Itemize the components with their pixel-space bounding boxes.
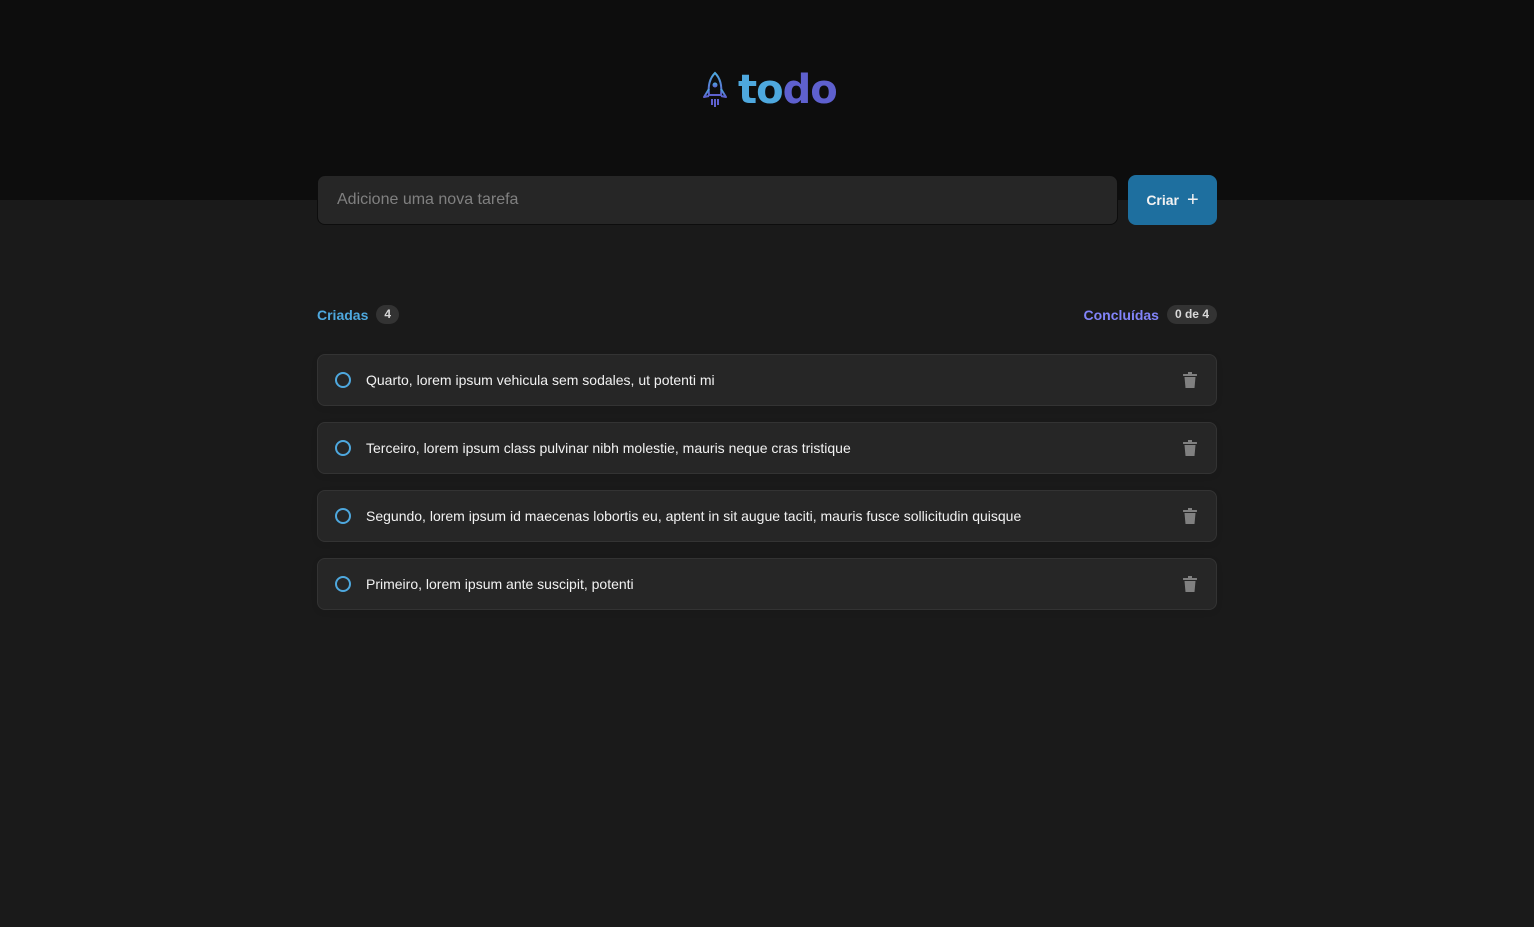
task-text: Segundo, lorem ipsum id maecenas loborti… — [366, 508, 1022, 524]
created-label: Criadas — [317, 306, 369, 323]
logo: todo — [702, 67, 838, 113]
task-item: Terceiro, lorem ipsum class pulvinar nib… — [317, 422, 1217, 474]
plus-icon: + — [1187, 189, 1199, 211]
rocket-icon — [703, 71, 727, 107]
new-task-form: Criar + — [317, 175, 1217, 225]
done-counter: Concluídas 0 de 4 — [1083, 305, 1217, 324]
done-label: Concluídas — [1083, 306, 1159, 323]
created-counter: Criadas 4 — [317, 305, 400, 324]
create-button[interactable]: Criar + — [1128, 175, 1217, 225]
trash-icon[interactable] — [1180, 574, 1200, 594]
trash-icon[interactable] — [1180, 506, 1200, 526]
trash-icon[interactable] — [1180, 438, 1200, 458]
task-item: Quarto, lorem ipsum vehicula sem sodales… — [317, 354, 1217, 406]
trash-icon[interactable] — [1180, 370, 1200, 390]
logo-text-part2: do — [782, 67, 838, 113]
task-item: Segundo, lorem ipsum id maecenas loborti… — [317, 490, 1217, 542]
task-list: Quarto, lorem ipsum vehicula sem sodales… — [317, 354, 1217, 610]
done-count-badge: 0 de 4 — [1166, 305, 1217, 324]
task-text: Terceiro, lorem ipsum class pulvinar nib… — [366, 440, 851, 456]
checkbox-circle-icon[interactable] — [334, 575, 352, 593]
logo-text-part1: to — [738, 67, 784, 113]
task-text: Quarto, lorem ipsum vehicula sem sodales… — [366, 372, 715, 388]
new-task-input[interactable] — [317, 175, 1118, 225]
checkbox-circle-icon[interactable] — [334, 439, 352, 457]
task-counters: Criadas 4 Concluídas 0 de 4 — [317, 304, 1217, 325]
checkbox-circle-icon[interactable] — [334, 507, 352, 525]
task-item: Primeiro, lorem ipsum ante suscipit, pot… — [317, 558, 1217, 610]
task-text: Primeiro, lorem ipsum ante suscipit, pot… — [366, 576, 634, 592]
checkbox-circle-icon[interactable] — [334, 371, 352, 389]
header: todo — [0, 0, 1534, 200]
created-count-badge: 4 — [376, 305, 400, 324]
create-button-label: Criar — [1146, 192, 1179, 208]
logo-text: todo — [738, 67, 838, 113]
